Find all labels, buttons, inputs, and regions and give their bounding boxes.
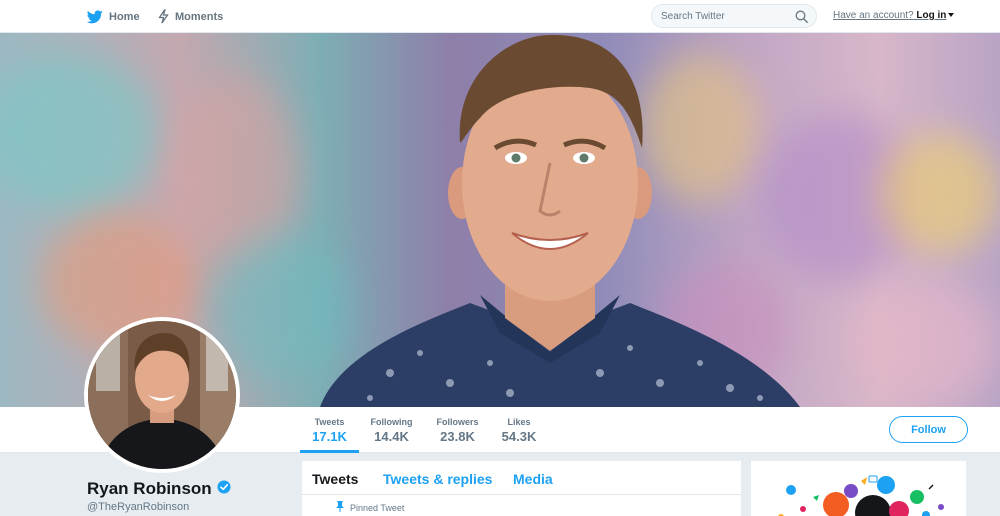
tab-media[interactable]: Media [513, 471, 553, 487]
profile-name-text: Ryan Robinson [87, 479, 212, 498]
search-input[interactable] [661, 9, 791, 24]
stat-label: Followers [436, 417, 479, 427]
verified-badge-icon [217, 479, 231, 499]
nav-moments-label: Moments [175, 10, 224, 23]
avatar[interactable] [84, 317, 240, 473]
stat-label: Tweets [314, 417, 345, 427]
follow-button[interactable]: Follow [889, 416, 968, 443]
pin-icon [336, 501, 344, 514]
stat-following[interactable]: Following 14.4K [364, 407, 419, 453]
top-navigation: Home Moments Have an account? Log in [0, 0, 1000, 33]
stat-label: Following [370, 417, 413, 427]
nav-moments[interactable]: Moments [158, 0, 223, 33]
stat-value: 17.1K [312, 429, 347, 444]
login-link[interactable]: Have an account? Log in [833, 10, 955, 21]
lightning-icon [158, 9, 169, 24]
profile-handle: @TheRyanRobinson [87, 501, 190, 513]
timeline: Tweets Tweets & replies Media Pinned Twe… [302, 461, 741, 516]
nav-home-label: Home [109, 10, 140, 23]
caret-down-icon [948, 13, 955, 18]
confetti-illustration [778, 475, 944, 516]
side-card-illustration [751, 461, 966, 516]
tab-tweets-replies[interactable]: Tweets & replies [383, 471, 492, 487]
stat-value: 54.3K [501, 429, 537, 444]
tab-tweets[interactable]: Tweets [312, 471, 358, 487]
stat-value: 14.4K [374, 429, 409, 444]
stat-label: Likes [507, 417, 531, 427]
stat-value: 23.8K [440, 429, 475, 444]
search-box [651, 4, 817, 28]
stat-likes[interactable]: Likes 54.3K [495, 407, 543, 453]
pinned-tweet-label: Pinned Tweet [350, 502, 405, 513]
nav-home[interactable]: Home [87, 0, 140, 33]
pinned-tweet-header: Pinned Tweet [336, 501, 404, 514]
banner-photo-person [320, 34, 800, 407]
timeline-tabs: Tweets Tweets & replies Media [302, 461, 741, 495]
account-prompt: Have an account? [833, 10, 914, 21]
avatar-photo [88, 321, 236, 469]
login-label: Log in [916, 10, 947, 21]
magnifier-icon[interactable] [795, 10, 808, 28]
twitter-bird-icon [87, 9, 103, 24]
profile-name: Ryan Robinson [87, 479, 231, 499]
stat-followers[interactable]: Followers 23.8K [430, 407, 485, 453]
stat-tweets[interactable]: Tweets 17.1K [300, 407, 359, 453]
